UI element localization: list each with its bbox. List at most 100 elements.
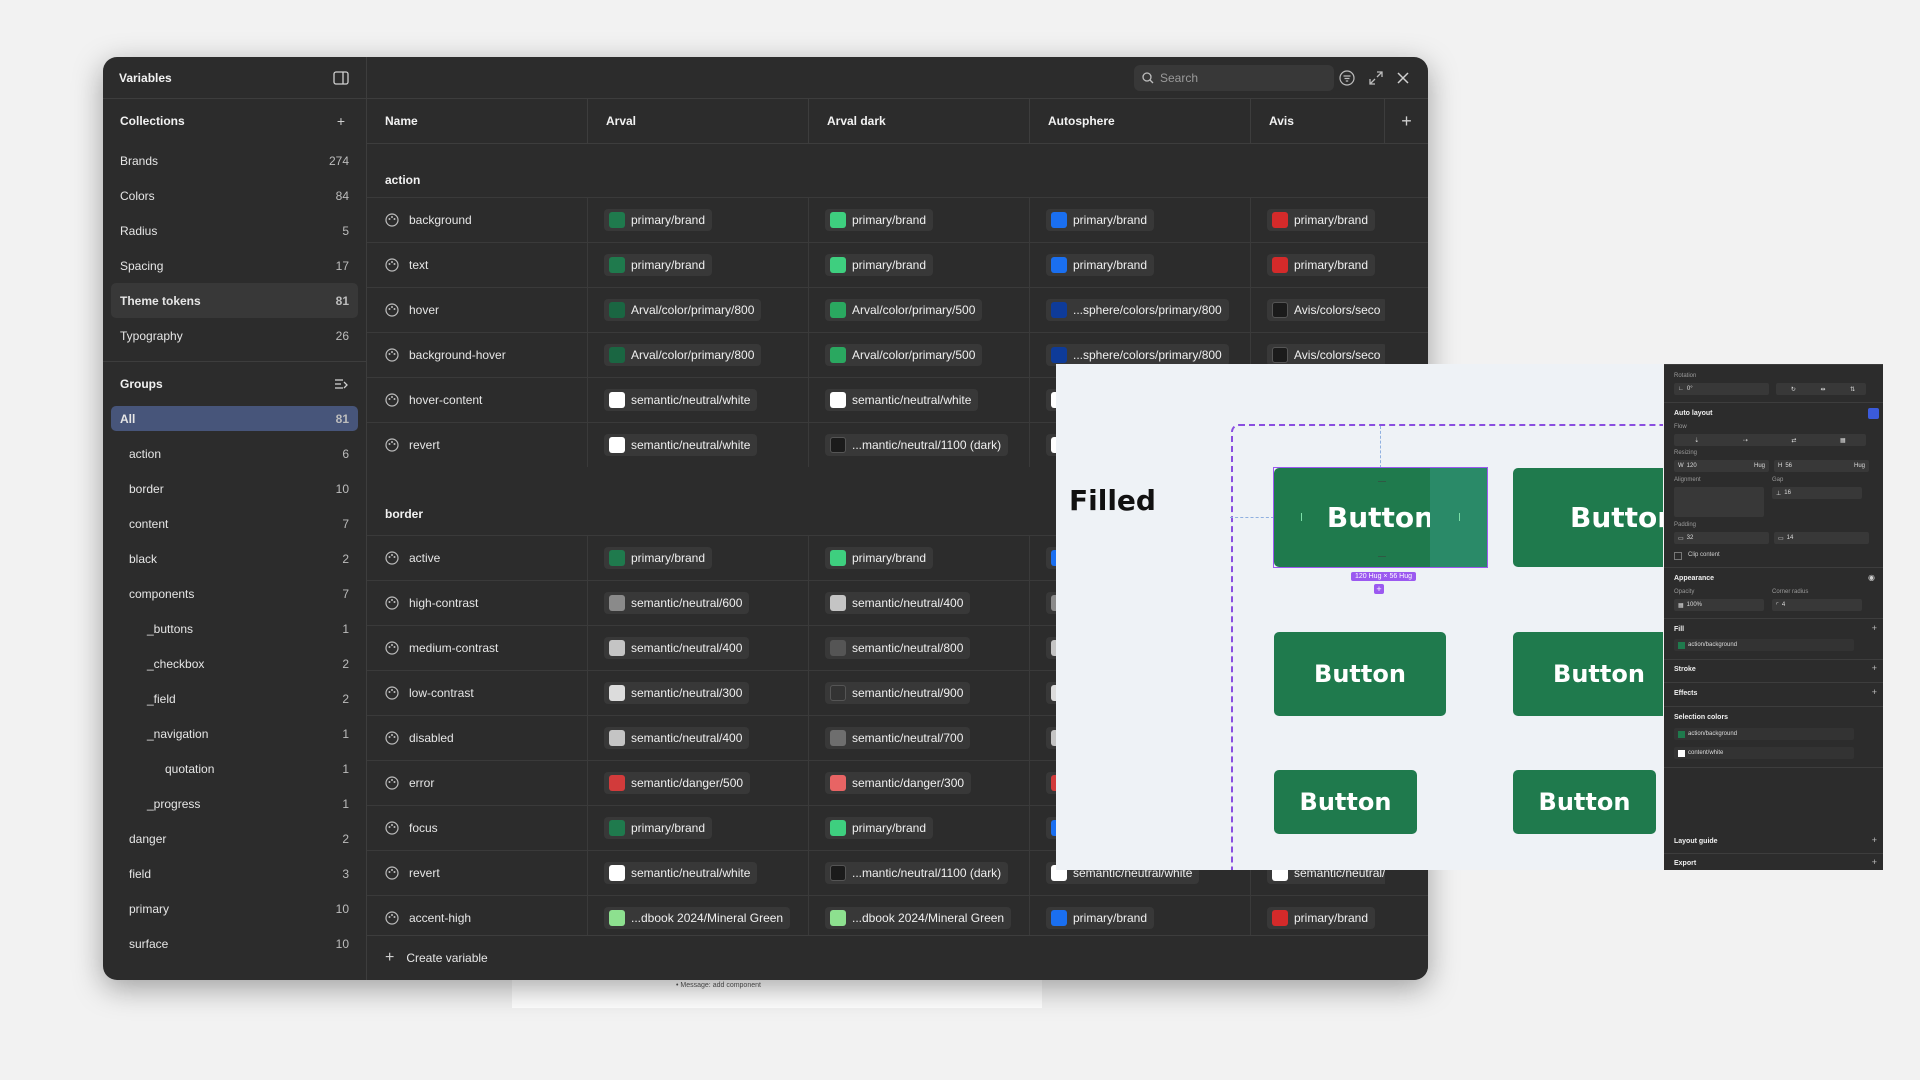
filter-icon[interactable] [1338,69,1356,87]
group-options-icon[interactable] [332,375,350,393]
button-component[interactable]: Button [1513,770,1656,834]
variable-value-cell[interactable]: semantic/neutral/white [588,423,809,467]
value-pill[interactable]: semantic/neutral/white [604,862,758,884]
variable-name-cell[interactable]: revert [367,851,588,895]
value-pill[interactable]: primary/brand [1046,907,1155,929]
value-pill[interactable]: primary/brand [825,547,934,569]
value-pill[interactable]: Avis/colors/seco [1267,299,1385,321]
variable-value-cell[interactable]: primary/brand [588,243,809,287]
variable-name-cell[interactable]: active [367,536,588,580]
value-pill[interactable]: semantic/neutral/600 [604,592,750,614]
variable-name-cell[interactable]: text [367,243,588,287]
clip-content-checkbox[interactable] [1674,552,1682,560]
add-stroke-icon[interactable]: + [1872,663,1877,673]
group-item[interactable]: black 2 [111,541,358,576]
padding-horizontal-field[interactable]: ▭ 32 [1674,532,1769,544]
group-item[interactable]: primary 10 [111,891,358,926]
group-item[interactable]: surface 10 [111,926,358,961]
add-export-icon[interactable]: + [1872,857,1877,867]
value-pill[interactable]: primary/brand [825,817,934,839]
column-header-avis[interactable]: Avis [1251,99,1385,143]
value-pill[interactable]: primary/brand [825,254,934,276]
alignment-grid[interactable] [1674,487,1764,517]
button-component[interactable]: Button [1274,632,1446,716]
group-item[interactable]: components 7 [111,576,358,611]
variable-value-cell[interactable]: semantic/neutral/400 [588,626,809,670]
button-component[interactable]: Button [1513,468,1663,567]
variable-value-cell[interactable]: semantic/neutral/900 [809,671,1030,715]
value-pill[interactable]: ...mantic/neutral/1100 (dark) [825,434,1009,456]
collection-item[interactable]: Brands 274 [111,143,358,178]
opacity-field[interactable]: ▦ 100% [1674,599,1764,611]
variable-value-cell[interactable]: primary/brand [588,198,809,242]
variable-value-cell[interactable]: ...dbook 2024/Mineral Green [809,896,1030,935]
design-canvas[interactable]: Filled Button 120 Hug × 56 Hug + Button … [1056,364,1663,870]
variable-value-cell[interactable]: semantic/danger/300 [809,761,1030,805]
button-component[interactable]: Button [1274,770,1417,834]
variable-value-cell[interactable]: semantic/danger/500 [588,761,809,805]
padding-vertical-field[interactable]: ▭ 14 [1774,532,1869,544]
value-pill[interactable]: primary/brand [604,817,713,839]
flow-options[interactable]: ⇣ ⇢ ⇄ ▦ [1674,434,1866,446]
rotate-icon[interactable]: ↻ [1791,386,1796,393]
variable-value-cell[interactable]: semantic/neutral/600 [588,581,809,625]
variable-value-cell[interactable]: semantic/neutral/700 [809,716,1030,760]
variable-value-cell[interactable]: semantic/neutral/white [588,378,809,422]
expand-icon[interactable] [1367,69,1385,87]
variable-name-cell[interactable]: high-contrast [367,581,588,625]
value-pill[interactable]: ...dbook 2024/Mineral Green [604,907,791,929]
width-field[interactable]: W 120 Hug [1674,460,1769,472]
collection-item[interactable]: Typography 26 [111,318,358,353]
value-pill[interactable]: semantic/neutral/white [604,389,758,411]
add-fill-icon[interactable]: + [1872,623,1877,633]
collection-item[interactable]: Colors 84 [111,178,358,213]
value-pill[interactable]: primary/brand [1267,907,1376,929]
variable-value-cell[interactable]: primary/brand [809,198,1030,242]
variable-value-cell[interactable]: ...mantic/neutral/1100 (dark) [809,851,1030,895]
variable-value-cell[interactable]: Arval/color/primary/500 [809,333,1030,377]
variable-name-cell[interactable]: low-contrast [367,671,588,715]
variable-value-cell[interactable]: semantic/neutral/300 [588,671,809,715]
variable-value-cell[interactable]: semantic/neutral/800 [809,626,1030,670]
group-item[interactable]: content 7 [111,506,358,541]
search-box[interactable] [1134,65,1334,91]
variable-value-cell[interactable]: primary/brand [1030,198,1251,242]
group-item[interactable]: _progress 1 [111,786,358,821]
flow-horizontal-icon[interactable]: ⇢ [1743,437,1748,444]
toggle-sidebar-icon[interactable] [332,69,350,87]
search-input[interactable] [1160,71,1310,85]
add-effect-icon[interactable]: + [1872,687,1877,697]
corner-radius-field[interactable]: ⌜ 4 [1772,599,1862,611]
group-item[interactable]: quotation 1 [111,751,358,786]
column-header-arval-dark[interactable]: Arval dark [809,99,1030,143]
value-pill[interactable]: primary/brand [604,547,713,569]
variable-value-cell[interactable]: primary/brand [809,536,1030,580]
value-pill[interactable]: semantic/neutral/white [825,389,979,411]
column-header-name[interactable]: Name [367,99,588,143]
value-pill[interactable]: Arval/color/primary/500 [825,299,983,321]
value-pill[interactable]: primary/brand [825,209,934,231]
group-item[interactable]: action 6 [111,436,358,471]
value-pill[interactable]: ...dbook 2024/Mineral Green [825,907,1012,929]
value-pill[interactable]: semantic/neutral/white [604,434,758,456]
value-pill[interactable]: ...sphere/colors/primary/800 [1046,344,1229,366]
variable-name-cell[interactable]: background [367,198,588,242]
value-pill[interactable]: semantic/neutral/400 [825,592,971,614]
value-pill[interactable]: semantic/neutral/400 [604,637,750,659]
variable-value-cell[interactable]: ...mantic/neutral/1100 (dark) [809,423,1030,467]
value-pill[interactable]: semantic/neutral/900 [825,682,971,704]
value-pill[interactable]: semantic/danger/300 [825,772,972,794]
value-pill[interactable]: primary/brand [604,254,713,276]
flow-grid-icon[interactable]: ▦ [1840,437,1846,444]
flow-vertical-icon[interactable]: ⇣ [1694,437,1699,444]
height-field[interactable]: H 56 Hug [1774,460,1869,472]
value-pill[interactable]: semantic/danger/500 [604,772,751,794]
add-auto-layout-icon[interactable]: + [1374,584,1384,594]
value-pill[interactable]: semantic/neutral/400 [604,727,750,749]
variable-name-cell[interactable]: focus [367,806,588,850]
group-item[interactable]: _field 2 [111,681,358,716]
variable-value-cell[interactable]: primary/brand [1251,243,1385,287]
variable-name-cell[interactable]: medium-contrast [367,626,588,670]
variable-name-cell[interactable]: accent-high [367,896,588,935]
column-header-arval[interactable]: Arval [588,99,809,143]
